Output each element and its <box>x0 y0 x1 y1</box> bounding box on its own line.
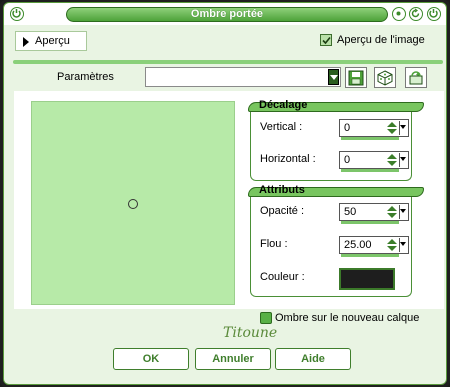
offset-group-header: Décalage <box>248 99 424 112</box>
floppy-disk-icon <box>348 70 364 86</box>
color-label: Couleur : <box>260 271 305 283</box>
horizontal-spinner[interactable] <box>384 153 400 167</box>
blur-spinner[interactable] <box>384 238 400 252</box>
image-preview-label: Aperçu de l'image <box>337 34 425 46</box>
new-layer-label: Ombre sur le nouveau calque <box>275 312 420 324</box>
dice-icon <box>377 70 393 86</box>
horizontal-label: Horizontal : <box>260 153 316 165</box>
dialog-frame: Ombre portée Aperçu Aperçu de l'image Pa… <box>3 2 447 385</box>
vertical-dropdown-arrow[interactable] <box>399 121 407 135</box>
preview-toggle-button[interactable]: Aperçu <box>15 31 87 51</box>
presets-dropdown-arrow[interactable] <box>328 69 339 85</box>
blur-input[interactable]: 25.00 <box>339 236 409 257</box>
shadow-preview-area[interactable] <box>31 101 235 305</box>
vertical-spinner[interactable] <box>384 121 400 135</box>
close-icon[interactable] <box>427 7 441 21</box>
random-parameters-button[interactable] <box>374 67 396 88</box>
vertical-slider[interactable] <box>341 137 399 140</box>
triangle-right-icon <box>23 37 29 47</box>
new-layer-checkbox[interactable] <box>260 312 272 324</box>
ok-button[interactable]: OK <box>113 348 189 370</box>
refresh-icon[interactable] <box>409 7 423 21</box>
attributes-group-title: Attributs <box>259 184 305 196</box>
blur-slider[interactable] <box>341 254 399 257</box>
separator <box>13 60 443 64</box>
reset-icon <box>409 71 423 85</box>
signature-watermark: Titoune <box>223 325 278 341</box>
opacity-dropdown-arrow[interactable] <box>399 205 407 219</box>
cancel-button[interactable]: Annuler <box>195 348 271 370</box>
dialog-window: Ombre portée Aperçu Aperçu de l'image Pa… <box>0 0 450 387</box>
reset-parameters-button[interactable] <box>405 67 427 88</box>
horizontal-value[interactable]: 0 <box>344 154 350 166</box>
image-preview-checkbox[interactable] <box>320 34 332 46</box>
shadow-color-swatch[interactable] <box>339 268 395 290</box>
vertical-value[interactable]: 0 <box>344 122 350 134</box>
blur-dropdown-arrow[interactable] <box>399 238 407 252</box>
horizontal-slider[interactable] <box>341 169 399 172</box>
vertical-input[interactable]: 0 <box>339 119 409 140</box>
window-title: Ombre portée <box>66 7 388 22</box>
offset-target-handle[interactable] <box>128 199 138 209</box>
blur-label: Flou : <box>260 238 288 250</box>
help-icon[interactable] <box>392 7 406 21</box>
title-bar[interactable]: Ombre portée <box>4 3 446 25</box>
blur-value[interactable]: 25.00 <box>344 239 372 251</box>
vertical-label: Vertical : <box>260 121 303 133</box>
help-button[interactable]: Aide <box>275 348 351 370</box>
system-menu-icon[interactable] <box>10 7 24 21</box>
opacity-slider[interactable] <box>341 221 399 224</box>
attributes-group-header: Attributs <box>248 184 424 197</box>
presets-label: Paramètres <box>57 71 114 83</box>
horizontal-dropdown-arrow[interactable] <box>399 153 407 167</box>
opacity-label: Opacité : <box>260 205 305 217</box>
opacity-input[interactable]: 50 <box>339 203 409 224</box>
save-preset-button[interactable] <box>345 67 367 88</box>
opacity-value[interactable]: 50 <box>344 206 356 218</box>
preview-toggle-label: Aperçu <box>35 35 70 47</box>
presets-dropdown[interactable] <box>145 67 341 87</box>
horizontal-input[interactable]: 0 <box>339 151 409 172</box>
opacity-spinner[interactable] <box>384 205 400 219</box>
offset-group-title: Décalage <box>259 99 308 111</box>
